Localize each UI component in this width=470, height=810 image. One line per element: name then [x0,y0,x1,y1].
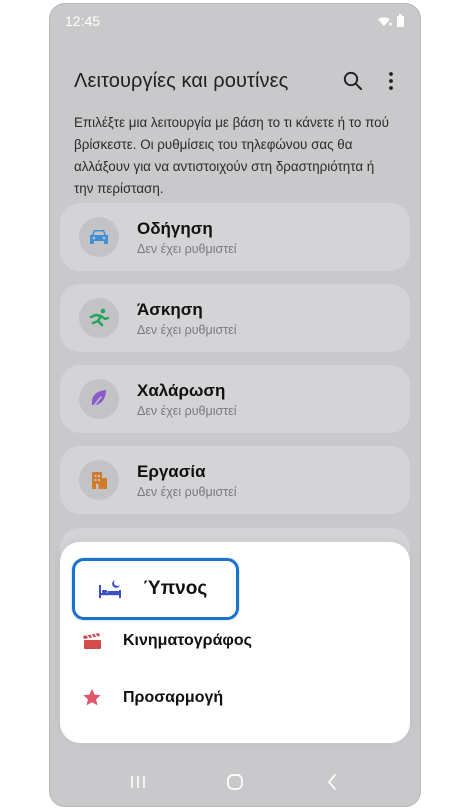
mode-icon-circle [79,460,119,500]
page-title: Λειτουργίες και ρουτίνες [74,69,289,92]
more-options-button[interactable] [380,70,402,92]
bottom-sheet: Ύπνος Κινηματογράφος Προσαρμογή [60,542,410,743]
car-icon [90,230,108,244]
navigation-bar [50,758,420,806]
mode-icon-circle [79,379,119,419]
mode-subtitle: Δεν έχει ρυθμιστεί [137,484,237,499]
mode-title: Εργασία [137,461,206,481]
search-button[interactable] [342,70,364,92]
wifi-icon [378,17,392,26]
recent-apps-button[interactable] [123,767,153,797]
home-icon [227,774,243,790]
mode-icon-circle [79,217,119,257]
mode-card-driving[interactable]: Οδήγηση Δεν έχει ρυθμιστεί [60,203,410,271]
mode-subtitle: Δεν έχει ρυθμιστεί [137,322,237,337]
status-time: 12:45 [65,13,101,29]
star-icon [83,689,101,706]
bed-icon [99,580,121,598]
header: Λειτουργίες και ρουτίνες [74,64,402,98]
mode-title: Οδήγηση [137,218,213,238]
back-button[interactable] [317,767,347,797]
mode-card-relaxation[interactable]: Χαλάρωση Δεν έχει ρυθμιστεί [60,365,410,433]
mode-card-text: Εργασία Δεν έχει ρυθμιστεί [137,462,236,499]
mode-card-exercise[interactable]: Άσκηση Δεν έχει ρυθμιστεί [60,284,410,352]
mode-card-text: Άσκηση Δεν έχει ρυθμιστεί [137,300,236,337]
battery-icon [397,13,404,27]
running-icon [89,308,110,327]
status-bar: 12:45 [50,4,420,38]
mode-title: Χαλάρωση [137,380,226,400]
mode-card-text: Χαλάρωση Δεν έχει ρυθμιστεί [137,381,236,418]
custom-mode-label: Προσαρμογή [123,688,224,706]
back-icon [327,774,336,790]
mode-card-text: Οδήγηση Δεν έχει ρυθμιστεί [137,219,236,256]
page-description: Επιλέξτε μια λειτουργία με βάση το τι κά… [74,115,389,196]
status-icons [376,13,404,27]
mode-icon-circle [79,298,119,338]
search-icon [343,71,362,90]
more-vertical-icon [389,72,393,90]
phone-screen: 12:45 Λειτουργίες και ρουτίνες Επιλέξτε … [49,3,421,807]
sleep-mode-button[interactable]: Ύπνος [72,558,239,620]
theater-mode-item[interactable]: Κινηματογράφος [82,632,252,650]
mode-subtitle: Δεν έχει ρυθμιστεί [137,403,237,418]
header-actions [342,70,402,92]
mode-subtitle: Δεν έχει ρυθμιστεί [137,241,237,256]
mode-title: Άσκηση [137,299,203,319]
sleep-mode-label: Ύπνος [143,578,208,599]
home-button[interactable] [220,767,250,797]
leaf-icon [91,390,106,409]
clapperboard-icon [83,633,101,649]
theater-mode-label: Κινηματογράφος [123,632,252,649]
custom-mode-item[interactable]: Προσαρμογή [82,688,223,707]
building-icon [92,472,107,489]
mode-card-work[interactable]: Εργασία Δεν έχει ρυθμιστεί [60,446,410,514]
recent-apps-icon [131,776,146,788]
